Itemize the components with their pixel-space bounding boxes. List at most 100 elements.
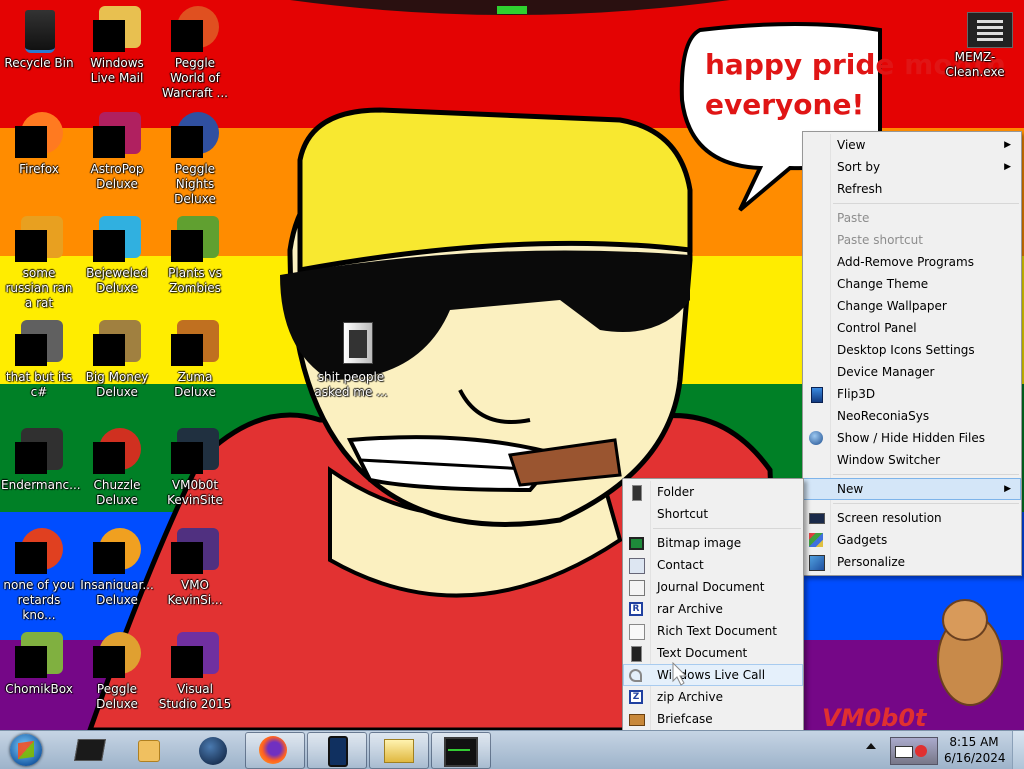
activity-graph-icon — [448, 749, 470, 751]
desktop-icon-none-of-you[interactable]: none of you retards kno... — [0, 528, 78, 623]
desktop-icon-label: Windows Live Mail — [90, 56, 144, 85]
new-item-briefcase[interactable]: Briefcase — [623, 708, 803, 730]
menu-item-add-remove-programs[interactable]: Add-Remove Programs — [803, 251, 1021, 273]
show-hidden-icons-button[interactable] — [866, 743, 876, 749]
desktop-icon-vm0b0t-kevinsite[interactable]: VM0b0t KevinSite — [156, 428, 234, 508]
taskbar-button-firefox[interactable] — [245, 732, 305, 769]
desktop-icon-peggle-deluxe[interactable]: Peggle Deluxe — [78, 632, 156, 712]
desktop-icon-insaniquarium[interactable]: Insaniquar... Deluxe — [78, 528, 156, 608]
desktop-icon-bejeweled[interactable]: Bejeweled Deluxe — [78, 216, 156, 296]
menu-item-control-panel[interactable]: Control Panel — [803, 317, 1021, 339]
desktop-icon-visual-studio[interactable]: Visual Studio 2015 — [156, 632, 234, 712]
desktop-icon-label: VMO KevinSi... — [167, 578, 223, 607]
peggle-nights-icon — [171, 112, 219, 160]
desktop-icon-label: Insaniquar... Deluxe — [80, 578, 154, 607]
desktop-icon-label: Endermanc... — [1, 478, 81, 492]
menu-item-label: Show / Hide Hidden Files — [837, 431, 985, 445]
taskbar-button-media-player[interactable] — [120, 732, 180, 769]
menu-item-flip3d[interactable]: Flip3D — [803, 383, 1021, 405]
desktop-icon-astropop[interactable]: AstroPop Deluxe — [78, 112, 156, 192]
new-item-text-document[interactable]: Text Document — [623, 642, 803, 664]
new-item-journal-document[interactable]: Journal Document — [623, 576, 803, 598]
desktop-icon-peggle-wow[interactable]: Peggle World of Warcraft ... — [156, 6, 234, 101]
desktop-icon-memz-clean[interactable]: MEMZ-Clean.exe — [936, 12, 1014, 80]
menu-item-desktop-icons-settings[interactable]: Desktop Icons Settings — [803, 339, 1021, 361]
journal-icon — [629, 580, 645, 596]
briefcase-icon — [629, 714, 645, 726]
new-item-windows-live-call[interactable]: Windows Live Call — [623, 664, 803, 686]
desktop-icon-big-money[interactable]: Big Money Deluxe — [78, 320, 156, 400]
new-item-rich-text-document[interactable]: Rich Text Document — [623, 620, 803, 642]
menu-item-personalize[interactable]: Personalize — [803, 551, 1021, 573]
desktop-icon-recycle-bin[interactable]: Recycle Bin — [0, 6, 78, 71]
menu-item-label: Text Document — [657, 646, 748, 660]
desktop-icon-russian-rat[interactable]: some russian ran a rat — [0, 216, 78, 311]
new-item-contact[interactable]: Contact — [623, 554, 803, 576]
menu-item-device-manager[interactable]: Device Manager — [803, 361, 1021, 383]
file-icon — [171, 428, 219, 476]
new-item-shortcut[interactable]: Shortcut — [623, 503, 803, 525]
menu-item-label: Briefcase — [657, 712, 713, 726]
menu-item-sort-by[interactable]: Sort by ▶ — [803, 156, 1021, 178]
rtf-icon — [629, 624, 645, 640]
menu-item-window-switcher[interactable]: Window Switcher — [803, 449, 1021, 471]
new-item-rar-archive[interactable]: R rar Archive — [623, 598, 803, 620]
menu-item-paste: Paste — [803, 207, 1021, 229]
plants-vs-zombies-icon — [171, 216, 219, 264]
desktop-icon-windows-live-mail[interactable]: Windows Live Mail — [78, 6, 156, 86]
menu-item-label: Device Manager — [837, 365, 935, 379]
menu-item-label: Paste shortcut — [837, 233, 923, 247]
new-item-folder[interactable]: Folder — [623, 481, 803, 503]
taskbar-button-phone[interactable] — [307, 732, 367, 769]
desktop-context-menu: View ▶ Sort by ▶ Refresh Paste Paste short… — [802, 131, 1022, 576]
task-manager-icon — [444, 737, 478, 767]
taskbar-button-task-manager[interactable] — [431, 732, 491, 769]
menu-item-refresh[interactable]: Refresh — [803, 178, 1021, 200]
tray-app-icon[interactable] — [890, 737, 938, 765]
file-icon — [15, 320, 63, 368]
menu-item-label: Change Wallpaper — [837, 299, 947, 313]
menu-item-label: Folder — [657, 485, 695, 499]
menu-item-new[interactable]: New ▶ — [803, 478, 1021, 500]
menu-item-label: Contact — [657, 558, 704, 572]
desktop-icon-endermanch[interactable]: Endermanc... — [0, 428, 81, 493]
menu-item-neoreconiasys[interactable]: NeoReconiaSys — [803, 405, 1021, 427]
menu-item-show-hide-hidden-files[interactable]: Show / Hide Hidden Files — [803, 427, 1021, 449]
menu-item-change-theme[interactable]: Change Theme — [803, 273, 1021, 295]
menu-item-gadgets[interactable]: Gadgets — [803, 529, 1021, 551]
desktop-icon-zuma[interactable]: Zuma Deluxe — [156, 320, 234, 400]
chomikbox-icon — [15, 632, 63, 680]
desktop-icon-label: Firefox — [19, 162, 59, 176]
clock-date: 6/16/2024 — [944, 751, 1006, 765]
taskbar-button-explorer[interactable] — [369, 732, 429, 769]
desktop-icon-plants-vs-zombies[interactable]: Plants vs Zombies — [156, 216, 234, 296]
taskbar-button-1[interactable] — [60, 732, 120, 769]
wallpaper-signature: VM0b0t — [822, 704, 928, 730]
desktop-icon-label: Zuma Deluxe — [174, 370, 216, 399]
desktop-icon-that-but-csharp[interactable]: that but its c# — [0, 320, 78, 400]
taskbar-clock[interactable]: 8:15 AM 6/16/2024 — [944, 734, 1006, 766]
desktop-icon-chuzzle[interactable]: Chuzzle Deluxe — [78, 428, 156, 508]
desktop-icon-label: Peggle World of Warcraft ... — [162, 56, 228, 100]
menu-item-label: Screen resolution — [837, 511, 942, 525]
desktop-icon-shit-people-asked[interactable]: shit people asked me ... — [312, 320, 390, 400]
menu-item-screen-resolution[interactable]: Screen resolution — [803, 507, 1021, 529]
menu-item-label: View — [837, 138, 866, 152]
new-item-bitmap-image[interactable]: Bitmap image — [623, 532, 803, 554]
desktop-icon-label: Chuzzle Deluxe — [93, 478, 141, 507]
desktop-icon-chomikbox[interactable]: ChomikBox — [0, 632, 78, 697]
desktop-icon-vmo-kevinsite[interactable]: VMO KevinSi... — [156, 528, 234, 608]
desktop-icon-firefox[interactable]: Firefox — [0, 112, 78, 177]
file-icon — [171, 528, 219, 576]
desktop-icon-label: Visual Studio 2015 — [158, 682, 232, 711]
submenu-arrow-icon: ▶ — [1004, 140, 1011, 150]
show-desktop-button[interactable] — [1012, 731, 1024, 769]
desktop-icon-peggle-nights[interactable]: Peggle Nights Deluxe — [156, 112, 234, 207]
new-item-zip-archive[interactable]: Z zip Archive — [623, 686, 803, 708]
desktop-icon-label: VM0b0t KevinSite — [167, 478, 223, 507]
taskbar-button-globe[interactable] — [184, 732, 244, 769]
menu-separator — [833, 503, 1019, 504]
menu-item-change-wallpaper[interactable]: Change Wallpaper — [803, 295, 1021, 317]
menu-item-view[interactable]: View ▶ — [803, 134, 1021, 156]
start-button[interactable] — [4, 732, 52, 768]
